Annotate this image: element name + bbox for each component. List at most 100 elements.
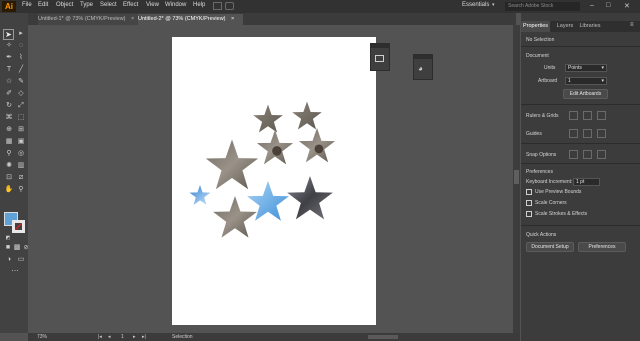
magic-wand-icon[interactable]: ✧: [4, 41, 14, 51]
properties-panel-icon[interactable]: [375, 55, 384, 62]
screen-mode-icon[interactable]: ▭: [16, 255, 26, 265]
blend-tool-icon[interactable]: ◎: [16, 149, 26, 159]
lock-guides-icon[interactable]: [583, 129, 592, 138]
next-artboard-icon[interactable]: ▸: [133, 334, 136, 340]
gpu-performance-icon[interactable]: [225, 2, 234, 10]
search-stock-input[interactable]: Search Adobe Stock: [505, 2, 580, 11]
close-tab-icon[interactable]: ×: [231, 16, 234, 22]
warp-tool-icon[interactable]: ⌘: [4, 113, 14, 123]
edit-artboards-button[interactable]: Edit Artboards: [563, 89, 608, 99]
keyboard-increment-input[interactable]: 1 pt: [573, 178, 600, 186]
none-mode-icon[interactable]: ⊘: [21, 243, 31, 253]
workspace-switcher[interactable]: Essentials: [462, 2, 489, 8]
type-tool-icon[interactable]: T: [4, 65, 14, 75]
menu-effect[interactable]: Effect: [123, 2, 138, 8]
tab-untitled-2[interactable]: Untitled-2* @ 73% (CMYK/Preview) ×: [138, 14, 243, 25]
slice-tool-icon[interactable]: ⧄: [16, 173, 26, 183]
shape-builder-icon[interactable]: ⊕: [4, 125, 14, 135]
artboard-tool-icon[interactable]: ⊡: [4, 173, 14, 183]
arrange-documents-icon[interactable]: [213, 2, 222, 10]
scrollbar-thumb[interactable]: [514, 170, 519, 184]
menu-object[interactable]: Object: [56, 2, 73, 8]
show-guides-icon[interactable]: [569, 129, 578, 138]
snap-to-grid-icon[interactable]: [583, 150, 592, 159]
lasso-icon[interactable]: ◌: [16, 41, 26, 51]
line-tool-icon[interactable]: ╱: [16, 65, 26, 75]
menu-file[interactable]: File: [22, 2, 32, 8]
free-transform-icon[interactable]: ⬚: [16, 113, 26, 123]
document-setup-button[interactable]: Document Setup: [526, 242, 574, 252]
units-dropdown[interactable]: Points ▾: [565, 64, 607, 72]
draw-mode-icon[interactable]: ◑: [4, 255, 14, 265]
eraser-icon[interactable]: ◇: [16, 89, 26, 99]
minimize-icon[interactable]: –: [590, 2, 594, 9]
star-blue-small[interactable]: [189, 185, 211, 205]
transparency-grid-icon[interactable]: [597, 111, 606, 120]
panel-menu-icon[interactable]: ≡: [630, 22, 634, 28]
scale-tool-icon[interactable]: ⤢: [16, 101, 26, 111]
menu-window[interactable]: Window: [165, 2, 186, 8]
grid-icon[interactable]: [583, 111, 592, 120]
star-blue-large[interactable]: [247, 181, 289, 221]
properties-panel: Properties Layers Libraries ≡ No Selecti…: [521, 13, 640, 341]
menu-view[interactable]: View: [146, 2, 159, 8]
artboard-number[interactable]: 1: [121, 334, 124, 340]
paintbrush-icon[interactable]: ✎: [16, 77, 26, 87]
tab-libraries[interactable]: Libraries: [577, 21, 603, 32]
star-dark-large[interactable]: [287, 176, 333, 220]
star-stone-bottom[interactable]: [213, 196, 257, 238]
shaper-tool-icon[interactable]: ✐: [4, 89, 14, 99]
star-stone-1[interactable]: [253, 104, 283, 133]
snap-to-point-icon[interactable]: [569, 150, 578, 159]
panel-header[interactable]: [371, 44, 389, 48]
rectangle-tool-icon[interactable]: ☆: [4, 77, 14, 87]
pen-tool-icon[interactable]: ✒: [4, 53, 14, 63]
star-dark-2[interactable]: [298, 128, 336, 163]
hand-tool-icon[interactable]: ✋: [4, 185, 14, 195]
use-preview-bounds-checkbox[interactable]: [526, 189, 532, 195]
tab-layers[interactable]: Layers: [554, 21, 576, 32]
panel-header[interactable]: [414, 55, 432, 59]
star-dark-1[interactable]: [256, 130, 294, 165]
default-colors-icon[interactable]: ◩: [3, 233, 13, 243]
edit-toolbar-icon[interactable]: ⋯: [10, 267, 20, 277]
tab-untitled-1[interactable]: Untitled-1* @ 73% (CMYK/Preview) ×: [38, 14, 138, 25]
artboard-dropdown[interactable]: 1 ▾: [565, 77, 607, 85]
zoom-level[interactable]: 73%: [37, 334, 47, 340]
smart-guides-icon[interactable]: [597, 129, 606, 138]
divider: [521, 143, 640, 144]
scale-corners-checkbox[interactable]: [526, 200, 532, 206]
last-artboard-icon[interactable]: ▸|: [142, 334, 146, 340]
rotate-tool-icon[interactable]: ↻: [4, 101, 14, 111]
menu-type[interactable]: Type: [80, 2, 93, 8]
prev-artboard-icon[interactable]: ◂: [108, 334, 111, 340]
rulers-icon[interactable]: [569, 111, 578, 120]
tab-properties[interactable]: Properties: [521, 21, 550, 32]
first-artboard-icon[interactable]: |◂: [98, 334, 102, 340]
menu-edit[interactable]: Edit: [38, 2, 48, 8]
snap-to-pixel-icon[interactable]: [597, 150, 606, 159]
color-guide-icon[interactable]: ◕: [418, 64, 423, 73]
selection-tool-icon[interactable]: ➤: [3, 29, 14, 40]
star-stone-2[interactable]: [292, 101, 322, 130]
stroke-swatch[interactable]: [12, 220, 25, 233]
maximize-icon[interactable]: □: [606, 2, 610, 9]
eyedropper-icon[interactable]: ⚲: [4, 149, 14, 159]
star-stone-large[interactable]: [205, 139, 259, 190]
menu-help[interactable]: Help: [193, 2, 205, 8]
direct-selection-tool-icon[interactable]: ▸: [16, 29, 26, 39]
menu-select[interactable]: Select: [100, 2, 117, 8]
curvature-tool-icon[interactable]: ⌇: [16, 53, 26, 63]
preferences-button[interactable]: Preferences: [578, 242, 626, 252]
gradient-tool-icon[interactable]: ▣: [16, 137, 26, 147]
zoom-tool-icon[interactable]: ⚲: [16, 185, 26, 195]
graph-tool-icon[interactable]: ▥: [16, 161, 26, 171]
close-icon[interactable]: ✕: [624, 2, 630, 10]
horizontal-scrollbar-thumb[interactable]: [368, 335, 398, 339]
scale-strokes-checkbox[interactable]: [526, 211, 532, 217]
artboard[interactable]: [172, 37, 376, 325]
symbol-sprayer-icon[interactable]: ✺: [4, 161, 14, 171]
close-tab-icon[interactable]: ×: [131, 16, 134, 22]
perspective-grid-icon[interactable]: ⊞: [16, 125, 26, 135]
mesh-tool-icon[interactable]: ▦: [4, 137, 14, 147]
